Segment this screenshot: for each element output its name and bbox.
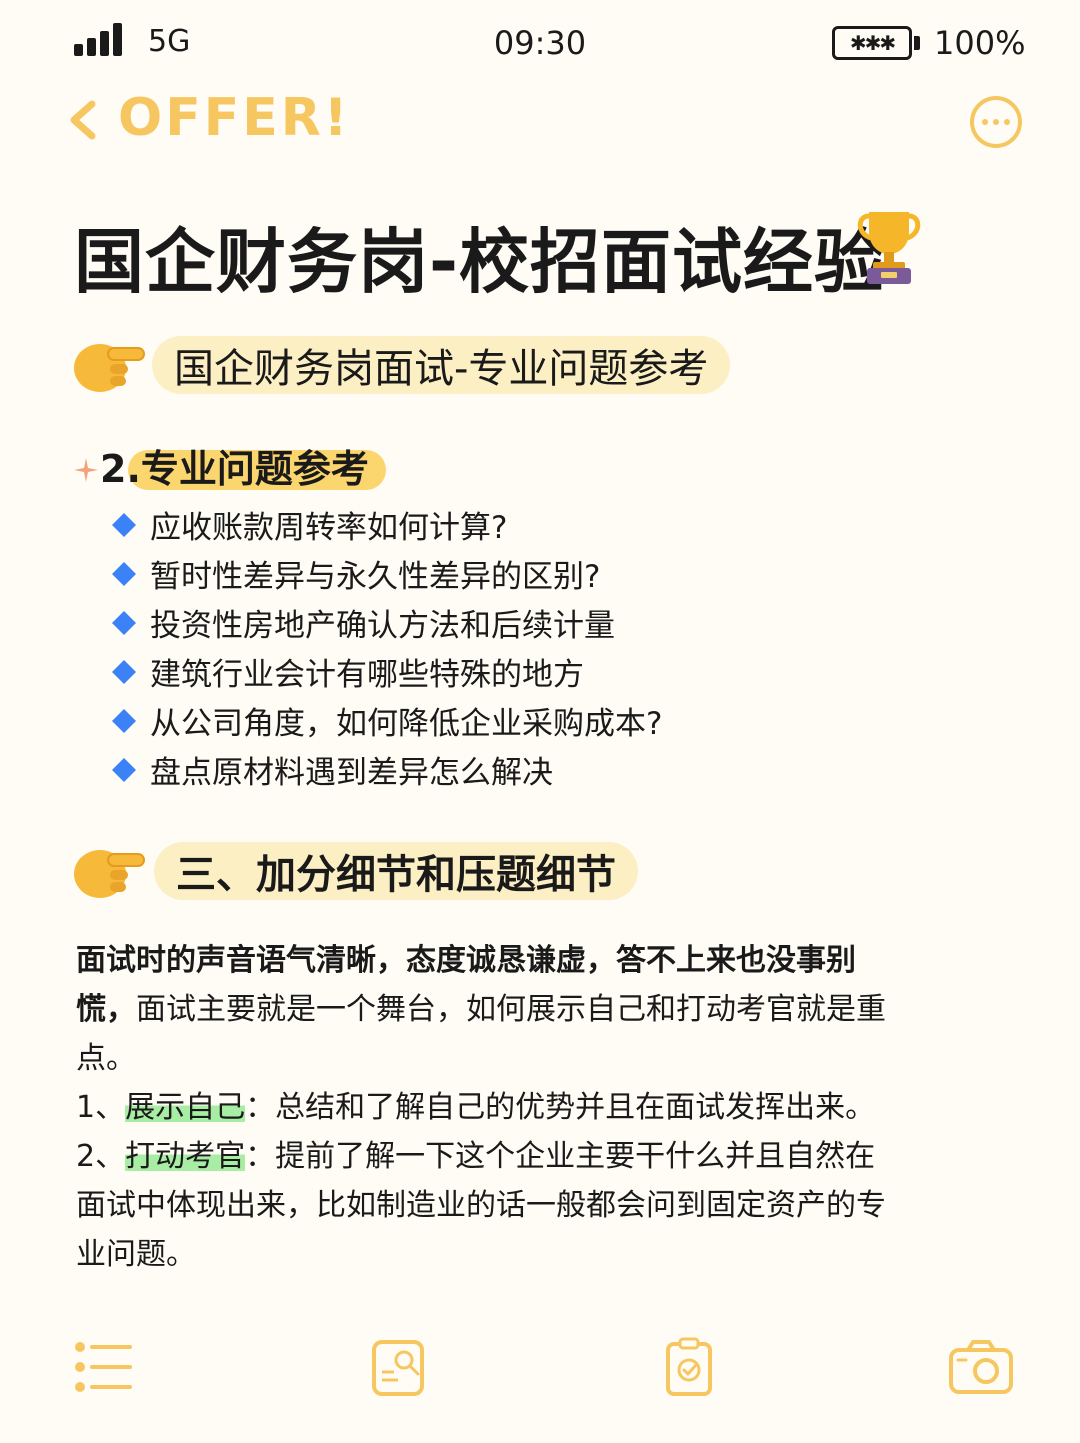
battery-percent: 100% (934, 24, 1026, 62)
text-line: 点。 (76, 1034, 966, 1083)
point-number: 1、 (76, 1090, 126, 1125)
camera-icon[interactable] (948, 1336, 1014, 1398)
battery-tip (914, 36, 920, 50)
text-line: 慌，面试主要就是一个舞台，如何展示自己和打动考官就是重 (76, 985, 966, 1034)
list-item: 建筑行业会计有哪些特殊的地方 (108, 647, 662, 696)
question-text: 应收账款周转率如何计算? (150, 510, 508, 546)
text-line: 面试时的声音语气清晰，态度诚恳谦虚，答不上来也没事别 (76, 936, 966, 985)
section-heading-professional-questions: 国企财务岗面试-专业问题参考 (152, 336, 731, 394)
bold-text: 面试时的声音语气清晰，态度诚恳谦虚，答不上来也没事别 (76, 943, 856, 978)
search-document-icon[interactable] (368, 1336, 430, 1398)
page-title: 国企财务岗-校招面试经验 (74, 221, 886, 303)
trophy-icon (857, 212, 921, 284)
list-item: 盘点原材料遇到差异怎么解决 (108, 745, 662, 794)
body-text: 面试中体现出来，比如制造业的话一般都会问到固定资产的专 (76, 1188, 886, 1223)
list-item: 从公司角度，如何降低企业采购成本? (108, 696, 662, 745)
blue-diamond-icon (112, 610, 136, 635)
question-list: 应收账款周转率如何计算? 暂时性差异与永久性差异的区别? 投资性房地产确认方法和… (108, 500, 662, 794)
text-line: 面试中体现出来，比如制造业的话一般都会问到固定资产的专 (76, 1181, 966, 1230)
status-bar: 5G 09:30 ✱✱✱ 100% (0, 0, 1080, 88)
section-heading-bonus-details: 三、加分细节和压题细节 (154, 842, 638, 900)
sub-heading-wrap: 2.专业问题参考 (100, 444, 386, 494)
question-text: 建筑行业会计有哪些特殊的地方 (150, 657, 584, 693)
blue-diamond-icon (112, 708, 136, 733)
dot-icon (993, 119, 999, 125)
text-line: 1、展示自己：总结和了解自己的优势并且在面试发挥出来。 (76, 1083, 966, 1132)
text-line: 业问题。 (76, 1230, 966, 1279)
list-icon[interactable] (72, 1336, 134, 1398)
note-page: 5G 09:30 ✱✱✱ 100% OFFER! 国企财务岗-校招面试经验 国企… (0, 0, 1080, 1443)
blue-diamond-icon (112, 512, 136, 537)
question-text: 暂时性差异与永久性差异的区别? (150, 559, 601, 595)
text-line: 2、打动考官：提前了解一下这个企业主要干什么并且自然在 (76, 1132, 966, 1181)
question-text: 从公司角度，如何降低企业采购成本? (150, 706, 663, 742)
highlighted-keyword: 打动考官 (125, 1139, 246, 1174)
body-text: ：总结和了解自己的优势并且在面试发挥出来。 (245, 1090, 876, 1125)
dot-icon (982, 119, 988, 125)
highlighted-keyword: 展示自己 (125, 1090, 246, 1125)
question-text: 盘点原材料遇到差异怎么解决 (150, 755, 553, 791)
question-text: 投资性房地产确认方法和后续计量 (150, 608, 615, 644)
body-text: 业问题。 (76, 1237, 196, 1272)
point-number: 2、 (76, 1139, 126, 1174)
clipboard-check-icon[interactable] (658, 1336, 720, 1398)
pointing-hand-icon (74, 344, 145, 392)
blue-diamond-icon (112, 561, 136, 586)
body-text: 点。 (76, 1041, 136, 1076)
sub-heading: 2.专业问题参考 (100, 447, 369, 491)
pointing-hand-icon (74, 850, 145, 898)
list-item: 暂时性差异与永久性差异的区别? (108, 549, 662, 598)
list-item: 投资性房地产确认方法和后续计量 (108, 598, 662, 647)
back-chevron-icon[interactable] (66, 100, 102, 140)
bold-text: 慌， (76, 992, 136, 1027)
blue-diamond-icon (112, 659, 136, 684)
dot-icon (1004, 119, 1010, 125)
nav-title: OFFER! (118, 88, 351, 148)
body-text: 面试主要就是一个舞台，如何展示自己和打动考官就是重 (136, 992, 886, 1027)
battery-icon: ✱✱✱ (832, 26, 912, 60)
blue-diamond-icon (112, 757, 136, 782)
more-options-button[interactable] (970, 96, 1022, 148)
sparkle-icon (74, 458, 98, 482)
list-item: 应收账款周转率如何计算? (108, 500, 662, 549)
body-paragraph: 面试时的声音语气清晰，态度诚恳谦虚，答不上来也没事别 慌，面试主要就是一个舞台，… (76, 936, 966, 1279)
body-text: ：提前了解一下这个企业主要干什么并且自然在 (245, 1139, 876, 1174)
